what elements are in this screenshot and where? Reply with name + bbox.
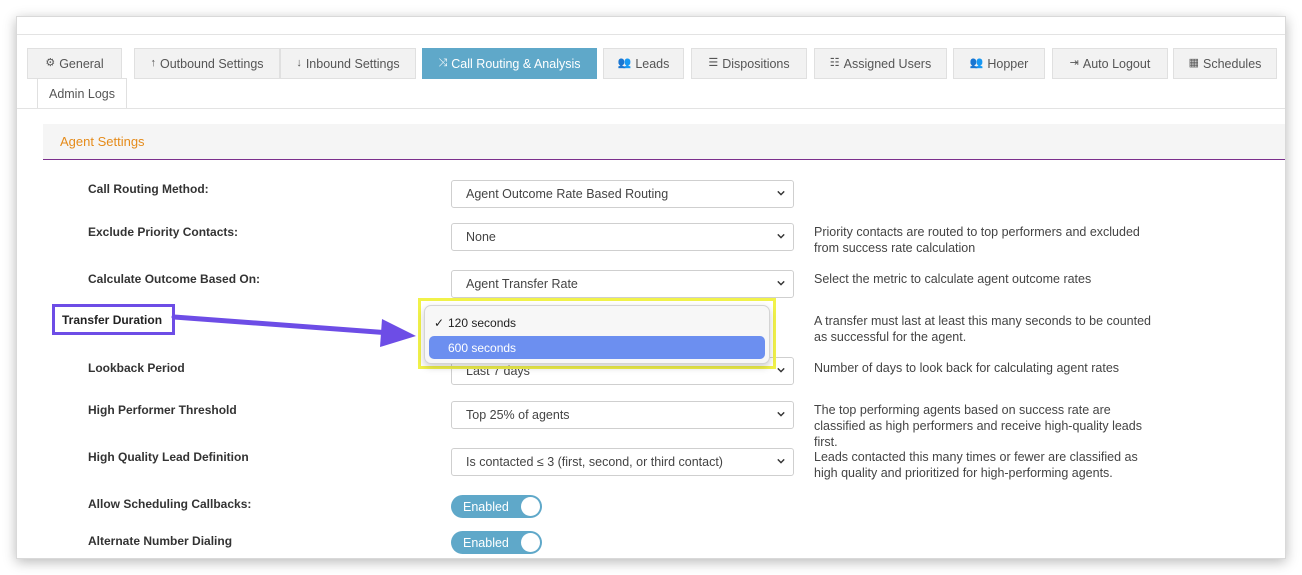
calendar-icon: ▦ xyxy=(1188,57,1200,69)
sign-out-icon: ⇥ xyxy=(1069,57,1079,69)
arrow-down-icon: ↓ xyxy=(296,57,302,69)
select-value: Is contacted ≤ 3 (first, second, or thir… xyxy=(466,455,723,469)
panel-header: Agent Settings xyxy=(43,124,1285,160)
label-high-performer-threshold: High Performer Threshold xyxy=(88,403,237,417)
tab-label: Dispositions xyxy=(722,56,790,71)
select-call-routing-method[interactable]: Agent Outcome Rate Based Routing xyxy=(451,180,794,208)
chevron-down-icon xyxy=(777,458,785,464)
toggle-alternate-number-dialing[interactable]: Enabled xyxy=(451,531,542,554)
chevron-down-icon xyxy=(777,233,785,239)
transfer-duration-callout: Transfer Duration xyxy=(52,304,175,335)
tab-dispositions[interactable]: ☰ Dispositions xyxy=(691,48,807,79)
toggle-label: Enabled xyxy=(463,535,509,550)
toggle-scheduling-callbacks[interactable]: Enabled xyxy=(451,495,542,518)
help-lookback: Number of days to look back for calculat… xyxy=(814,361,1120,375)
option-label: 600 seconds xyxy=(448,340,517,355)
label-allow-scheduling-callbacks: Allow Scheduling Callbacks: xyxy=(88,497,252,511)
label-transfer-duration: Transfer Duration xyxy=(62,312,163,327)
select-high-performer-threshold[interactable]: Top 25% of agents xyxy=(451,401,794,429)
select-value: Top 25% of agents xyxy=(466,408,570,422)
chevron-down-icon xyxy=(777,280,785,286)
help-calculate-outcome: Select the metric to calculate agent out… xyxy=(814,272,1092,286)
label-exclude-priority-contacts: Exclude Priority Contacts: xyxy=(88,225,239,239)
toggle-label: Enabled xyxy=(463,499,509,514)
tab-outbound-settings[interactable]: ↑ Outbound Settings xyxy=(134,48,280,79)
users-icon: 👥 xyxy=(617,57,632,69)
label-alternate-number-dialing: Alternate Number Dialing xyxy=(88,534,233,548)
list-icon: ☰ xyxy=(708,57,719,69)
app-window: ⚙ General ↑ Outbound Settings ↓ Inbound … xyxy=(16,16,1286,559)
tab-schedules[interactable]: ▦ Schedules xyxy=(1173,48,1277,79)
panel-title: Agent Settings xyxy=(60,134,145,149)
chevron-down-icon xyxy=(777,411,785,417)
select-value: Agent Outcome Rate Based Routing xyxy=(466,187,669,201)
shuffle-icon: ⤨ xyxy=(438,57,448,69)
tab-label: General xyxy=(59,56,104,71)
users-icon: 👥 xyxy=(969,57,984,69)
label-call-routing-method: Call Routing Method: xyxy=(88,182,209,196)
tab-label: Outbound Settings xyxy=(159,56,264,71)
tab-general[interactable]: ⚙ General xyxy=(27,48,122,79)
chevron-down-icon xyxy=(777,190,785,196)
tab-label: Call Routing & Analysis xyxy=(451,56,581,71)
tab-bar: ⚙ General ↑ Outbound Settings ↓ Inbound … xyxy=(27,48,1285,110)
tab-label: Admin Logs xyxy=(48,86,115,101)
label-lookback-period: Lookback Period xyxy=(88,361,185,375)
tab-label: Hopper xyxy=(987,56,1029,71)
gears-icon: ⚙ xyxy=(45,57,56,69)
select-exclude-priority-contacts[interactable]: None xyxy=(451,223,794,251)
tab-leads[interactable]: 👥 Leads xyxy=(603,48,684,79)
dropdown-transfer-duration[interactable]: ✓ 120 seconds 600 seconds xyxy=(424,305,770,364)
select-calculate-outcome[interactable]: Agent Transfer Rate xyxy=(451,270,794,298)
chevron-down-icon xyxy=(777,367,785,373)
tab-label: Assigned Users xyxy=(843,56,932,71)
help-transfer-duration: A transfer must last at least this many … xyxy=(814,314,1151,344)
help-high-performer: The top performing agents based on succe… xyxy=(814,403,1142,449)
help-exclude-priority: Priority contacts are routed to top perf… xyxy=(814,225,1140,255)
label-calculate-outcome: Calculate Outcome Based On: xyxy=(88,272,261,286)
arrow-up-icon: ↑ xyxy=(150,57,156,69)
option-label: 120 seconds xyxy=(448,315,517,330)
top-bar xyxy=(17,17,1285,35)
tab-label: Inbound Settings xyxy=(305,56,400,71)
select-high-quality-lead[interactable]: Is contacted ≤ 3 (first, second, or thir… xyxy=(451,448,794,476)
help-high-quality-lead: Leads contacted this many times or fewer… xyxy=(814,450,1138,480)
tab-assigned-users[interactable]: ☷ Assigned Users xyxy=(814,48,947,79)
tab-label: Schedules xyxy=(1203,56,1262,71)
tab-label: Leads xyxy=(635,56,670,71)
label-high-quality-lead: High Quality Lead Definition xyxy=(88,450,249,464)
checkmark-icon: ✓ xyxy=(433,315,444,330)
toggle-knob xyxy=(521,533,540,552)
select-value: None xyxy=(466,230,496,244)
option-120-seconds[interactable]: ✓ 120 seconds xyxy=(429,311,765,334)
tab-auto-logout[interactable]: ⇥ Auto Logout xyxy=(1052,48,1168,79)
select-value: Agent Transfer Rate xyxy=(466,277,578,291)
tab-call-routing-analysis[interactable]: ⤨ Call Routing & Analysis xyxy=(422,48,597,79)
tab-admin-logs[interactable]: Admin Logs xyxy=(37,78,127,109)
option-600-seconds[interactable]: 600 seconds xyxy=(429,336,765,359)
tab-inbound-settings[interactable]: ↓ Inbound Settings xyxy=(280,48,416,79)
list-ol-icon: ☷ xyxy=(829,57,840,69)
toggle-knob xyxy=(521,497,540,516)
tab-hopper[interactable]: 👥 Hopper xyxy=(953,48,1045,79)
tabs-divider xyxy=(17,108,1285,109)
tab-label: Auto Logout xyxy=(1082,56,1151,71)
